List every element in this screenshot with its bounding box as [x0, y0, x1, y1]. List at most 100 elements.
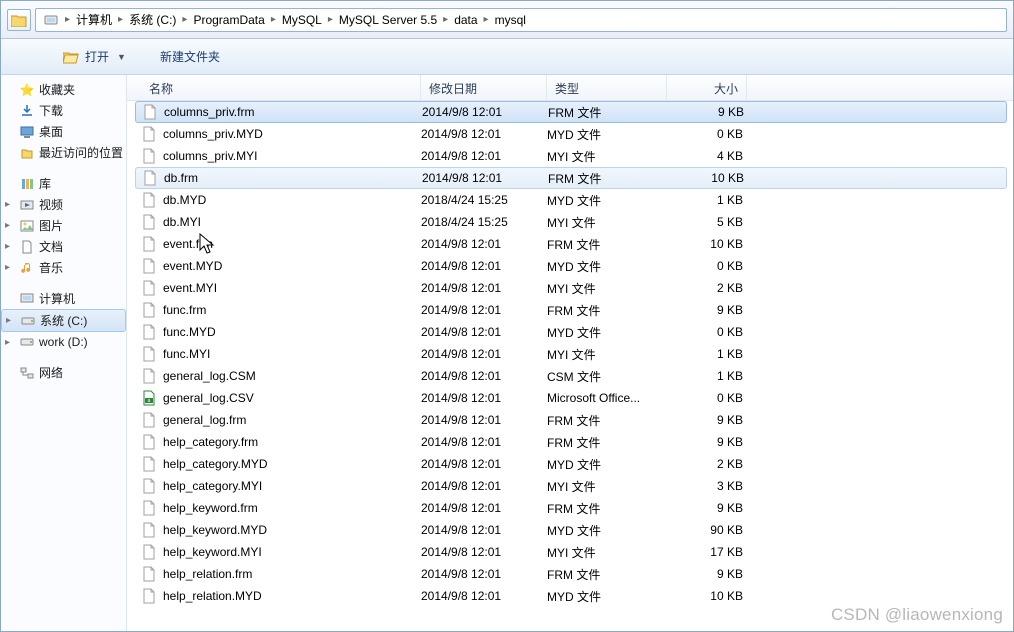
nav-favorites-header[interactable]: ⭐收藏夹: [1, 79, 126, 100]
file-row[interactable]: columns_priv.frm2014/9/8 12:01FRM 文件9 KB: [135, 101, 1007, 123]
nav-drive-d[interactable]: ▸work (D:): [1, 332, 126, 352]
column-type[interactable]: 类型: [547, 75, 667, 100]
crumb-data[interactable]: data: [451, 13, 480, 27]
file-row[interactable]: help_keyword.MYD2014/9/8 12:01MYD 文件90 K…: [127, 519, 1013, 541]
file-row[interactable]: help_keyword.MYI2014/9/8 12:01MYI 文件17 K…: [127, 541, 1013, 563]
file-name: db.MYD: [163, 193, 421, 207]
crumb-computer[interactable]: 计算机: [73, 11, 115, 28]
file-row[interactable]: db.MYI2018/4/24 15:25MYI 文件5 KB: [127, 211, 1013, 233]
nav-videos[interactable]: ▸视频: [1, 194, 126, 215]
file-row[interactable]: event.MYD2014/9/8 12:01MYD 文件0 KB: [127, 255, 1013, 277]
file-icon: [141, 544, 157, 560]
file-type: FRM 文件: [547, 236, 667, 253]
open-button[interactable]: 打开 ▼: [55, 44, 134, 69]
file-row[interactable]: columns_priv.MYI2014/9/8 12:01MYI 文件4 KB: [127, 145, 1013, 167]
file-row[interactable]: columns_priv.MYD2014/9/8 12:01MYD 文件0 KB: [127, 123, 1013, 145]
file-icon: [141, 302, 157, 318]
nav-drive-c[interactable]: ▸系统 (C:): [1, 309, 126, 332]
file-size: 10 KB: [667, 237, 743, 251]
file-type: MYI 文件: [547, 214, 667, 231]
file-icon: a: [141, 390, 157, 406]
file-row[interactable]: help_relation.frm2014/9/8 12:01FRM 文件9 K…: [127, 563, 1013, 585]
file-type: MYD 文件: [547, 258, 667, 275]
nav-pictures[interactable]: ▸图片: [1, 215, 126, 236]
desktop-icon: [19, 124, 35, 140]
column-headers: 名称 修改日期 类型 大小: [127, 75, 1013, 101]
file-name: help_category.MYD: [163, 457, 421, 471]
nav-desktop[interactable]: 桌面: [1, 121, 126, 142]
file-size: 10 KB: [668, 171, 744, 185]
file-type: Microsoft Office...: [547, 391, 667, 405]
file-size: 1 KB: [667, 369, 743, 383]
breadcrumb[interactable]: ▸ 计算机 ▸ 系统 (C:) ▸ ProgramData ▸ MySQL ▸ …: [35, 8, 1007, 32]
file-size: 2 KB: [667, 281, 743, 295]
file-name: func.MYI: [163, 347, 421, 361]
file-icon: [141, 522, 157, 538]
nav-recent[interactable]: 最近访问的位置: [1, 142, 126, 163]
file-row[interactable]: general_log.frm2014/9/8 12:01FRM 文件9 KB: [127, 409, 1013, 431]
file-row[interactable]: help_keyword.frm2014/9/8 12:01FRM 文件9 KB: [127, 497, 1013, 519]
file-size: 2 KB: [667, 457, 743, 471]
nav-music[interactable]: ▸音乐: [1, 257, 126, 278]
network-icon: [19, 365, 35, 381]
new-folder-button[interactable]: 新建文件夹: [152, 44, 228, 69]
file-row[interactable]: event.MYI2014/9/8 12:01MYI 文件2 KB: [127, 277, 1013, 299]
file-name: general_log.CSV: [163, 391, 421, 405]
nav-network-header[interactable]: 网络: [1, 362, 126, 383]
file-date: 2014/9/8 12:01: [421, 479, 547, 493]
file-row[interactable]: func.MYI2014/9/8 12:01MYI 文件1 KB: [127, 343, 1013, 365]
drive-icon: [20, 313, 36, 329]
dropdown-arrow-icon: ▼: [117, 52, 126, 62]
file-row[interactable]: a general_log.CSV2014/9/8 12:01Microsoft …: [127, 387, 1013, 409]
file-row[interactable]: func.frm2014/9/8 12:01FRM 文件9 KB: [127, 299, 1013, 321]
file-row[interactable]: db.MYD2018/4/24 15:25MYD 文件1 KB: [127, 189, 1013, 211]
file-date: 2014/9/8 12:01: [421, 347, 547, 361]
nav-computer-header[interactable]: 计算机: [1, 288, 126, 309]
file-size: 3 KB: [667, 479, 743, 493]
file-type: MYD 文件: [547, 192, 667, 209]
file-date: 2014/9/8 12:01: [421, 325, 547, 339]
column-name[interactable]: 名称: [141, 75, 421, 100]
nav-downloads[interactable]: 下载: [1, 100, 126, 121]
file-row[interactable]: db.frm2014/9/8 12:01FRM 文件10 KB: [135, 167, 1007, 189]
file-date: 2014/9/8 12:01: [421, 391, 547, 405]
file-icon: [141, 126, 157, 142]
file-row[interactable]: help_category.MYI2014/9/8 12:01MYI 文件3 K…: [127, 475, 1013, 497]
file-name: help_category.MYI: [163, 479, 421, 493]
file-type: CSM 文件: [547, 368, 667, 385]
crumb-mysql[interactable]: MySQL: [279, 13, 325, 27]
file-row[interactable]: help_relation.MYD2014/9/8 12:01MYD 文件10 …: [127, 585, 1013, 607]
file-size: 90 KB: [667, 523, 743, 537]
file-date: 2014/9/8 12:01: [421, 127, 547, 141]
file-type: MYI 文件: [547, 544, 667, 561]
crumb-drive-c[interactable]: 系统 (C:): [126, 11, 179, 28]
nav-libraries-header[interactable]: 库: [1, 173, 126, 194]
crumb-mysql-folder[interactable]: mysql: [492, 13, 529, 27]
svg-text:a: a: [148, 398, 151, 404]
column-size[interactable]: 大小: [667, 75, 747, 100]
file-list[interactable]: columns_priv.frm2014/9/8 12:01FRM 文件9 KB…: [127, 101, 1013, 631]
file-row[interactable]: help_category.frm2014/9/8 12:01FRM 文件9 K…: [127, 431, 1013, 453]
crumb-programdata[interactable]: ProgramData: [190, 13, 267, 27]
file-date: 2018/4/24 15:25: [421, 193, 547, 207]
file-row[interactable]: general_log.CSM2014/9/8 12:01CSM 文件1 KB: [127, 365, 1013, 387]
file-row[interactable]: help_category.MYD2014/9/8 12:01MYD 文件2 K…: [127, 453, 1013, 475]
file-date: 2014/9/8 12:01: [422, 171, 548, 185]
video-icon: [19, 197, 35, 213]
file-row[interactable]: func.MYD2014/9/8 12:01MYD 文件0 KB: [127, 321, 1013, 343]
nav-documents[interactable]: ▸文档: [1, 236, 126, 257]
folder-chip-icon[interactable]: [7, 9, 31, 31]
column-date[interactable]: 修改日期: [421, 75, 547, 100]
file-type: MYI 文件: [547, 478, 667, 495]
file-icon: [141, 280, 157, 296]
download-icon: [19, 103, 35, 119]
file-size: 9 KB: [667, 501, 743, 515]
file-row[interactable]: event.frm2014/9/8 12:01FRM 文件10 KB: [127, 233, 1013, 255]
crumb-server55[interactable]: MySQL Server 5.5: [336, 13, 440, 27]
file-type: FRM 文件: [548, 170, 668, 187]
file-date: 2014/9/8 12:01: [421, 457, 547, 471]
file-icon: [141, 192, 157, 208]
library-icon: [19, 176, 35, 192]
recent-icon: [19, 145, 35, 161]
file-type: FRM 文件: [547, 434, 667, 451]
